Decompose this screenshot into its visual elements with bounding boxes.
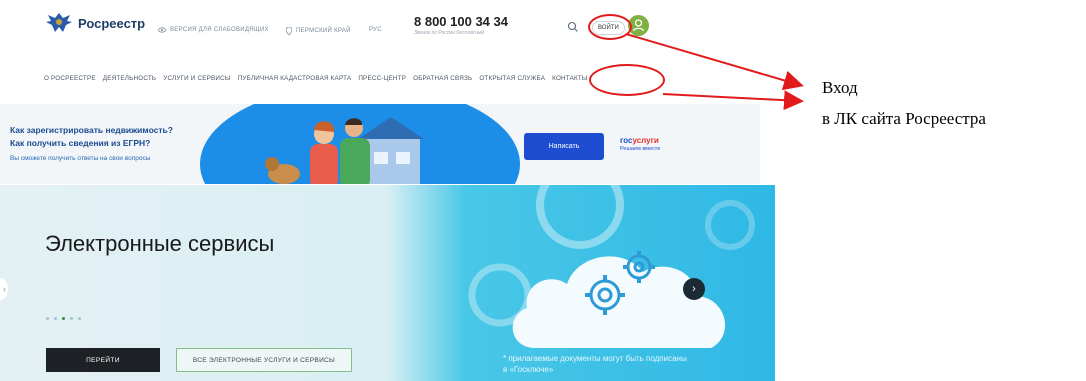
annotation-line-2: в ЛК сайта Росреестра [822, 109, 986, 128]
annotation-arrows [625, 33, 804, 111]
annotation-line-1: Вход [822, 78, 858, 97]
